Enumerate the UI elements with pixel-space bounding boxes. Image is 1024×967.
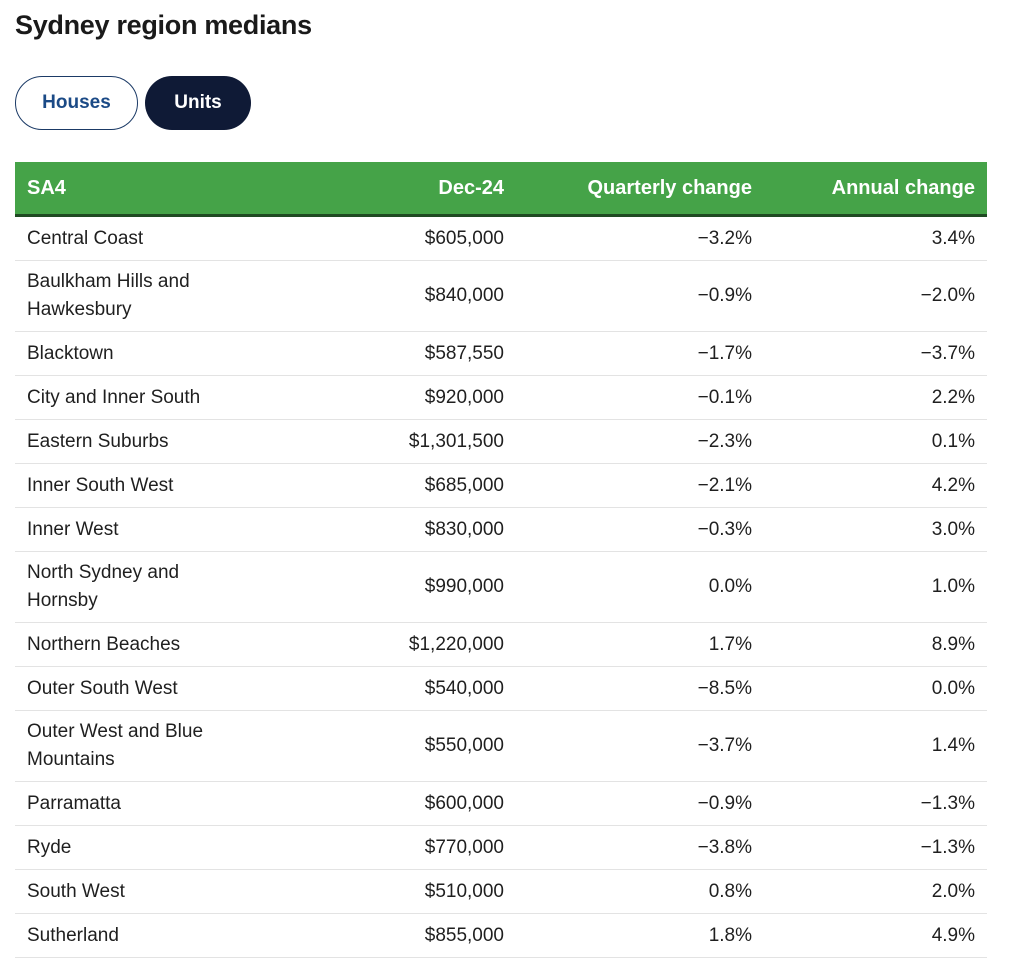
median-price: $685,000 bbox=[230, 463, 516, 508]
quarterly-change: 1.7% bbox=[516, 622, 764, 667]
annual-change: 3.0% bbox=[764, 507, 987, 552]
annual-change: 2.0% bbox=[764, 869, 987, 914]
annual-change: 0.0% bbox=[764, 666, 987, 711]
table-row: Inner West $830,000 −0.3% 3.0% bbox=[15, 507, 987, 552]
table-row: Blacktown $587,550 −1.7% −3.7% bbox=[15, 331, 987, 376]
annual-change: −1.3% bbox=[764, 825, 987, 870]
quarterly-change: −0.1% bbox=[516, 375, 764, 420]
quarterly-change: −0.9% bbox=[516, 781, 764, 826]
region-name: City and Inner South bbox=[15, 375, 230, 420]
median-price: $830,000 bbox=[230, 507, 516, 552]
annual-change: −2.0% bbox=[764, 260, 987, 332]
region-name: Outer West and Blue Mountains bbox=[15, 710, 230, 782]
region-name: Blacktown bbox=[15, 331, 230, 376]
annual-change: 8.9% bbox=[764, 622, 987, 667]
region-name: Northern Beaches bbox=[15, 622, 230, 667]
quarterly-change: −0.9% bbox=[516, 260, 764, 332]
annual-change: 0.1% bbox=[764, 419, 987, 464]
annual-change: 1.4% bbox=[764, 710, 987, 782]
region-name: Inner South West bbox=[15, 463, 230, 508]
region-name: Baulkham Hills and Hawkesbury bbox=[15, 260, 230, 332]
column-header-sa4: SA4 bbox=[15, 162, 230, 217]
column-header-annual-change: Annual change bbox=[764, 162, 987, 217]
median-price: $550,000 bbox=[230, 710, 516, 782]
page-title: Sydney region medians bbox=[15, 10, 312, 40]
region-name: Inner West bbox=[15, 507, 230, 552]
region-name: Eastern Suburbs bbox=[15, 419, 230, 464]
annual-change: 3.4% bbox=[764, 215, 987, 261]
median-price: $600,000 bbox=[230, 781, 516, 826]
region-name: Ryde bbox=[15, 825, 230, 870]
annual-change: 4.2% bbox=[764, 463, 987, 508]
region-name: Central Coast bbox=[15, 215, 230, 261]
annual-change: 1.0% bbox=[764, 551, 987, 623]
region-name: Outer South West bbox=[15, 666, 230, 711]
quarterly-change: −3.8% bbox=[516, 825, 764, 870]
table-header-row: SA4 Dec-24 Quarterly change Annual chang… bbox=[15, 162, 987, 217]
table-row: North Sydney and Hornsby $990,000 0.0% 1.0% bbox=[15, 551, 987, 623]
median-price: $855,000 bbox=[230, 913, 516, 958]
annual-change: −3.7% bbox=[764, 331, 987, 376]
annual-change: −1.3% bbox=[764, 781, 987, 826]
table-row: City and Inner South $920,000 −0.1% 2.2% bbox=[15, 375, 987, 420]
table-row: Outer South West $540,000 −8.5% 0.0% bbox=[15, 666, 987, 711]
median-price: $1,301,500 bbox=[230, 419, 516, 464]
quarterly-change: −1.7% bbox=[516, 331, 764, 376]
quarterly-change: −3.2% bbox=[516, 215, 764, 261]
units-toggle-button[interactable]: Units bbox=[145, 76, 251, 130]
annual-change: 2.2% bbox=[764, 375, 987, 420]
median-price: $540,000 bbox=[230, 666, 516, 711]
medians-table: SA4 Dec-24 Quarterly change Annual chang… bbox=[15, 162, 987, 958]
median-price: $920,000 bbox=[230, 375, 516, 420]
quarterly-change: 0.0% bbox=[516, 551, 764, 623]
median-price: $840,000 bbox=[230, 260, 516, 332]
annual-change: 4.9% bbox=[764, 913, 987, 958]
median-price: $1,220,000 bbox=[230, 622, 516, 667]
median-price: $770,000 bbox=[230, 825, 516, 870]
region-name: Sutherland bbox=[15, 913, 230, 958]
median-price: $587,550 bbox=[230, 331, 516, 376]
houses-toggle-button[interactable]: Houses bbox=[15, 76, 138, 130]
table-row: Sutherland $855,000 1.8% 4.9% bbox=[15, 913, 987, 958]
quarterly-change: 0.8% bbox=[516, 869, 764, 914]
table-row: Eastern Suburbs $1,301,500 −2.3% 0.1% bbox=[15, 419, 987, 464]
median-price: $510,000 bbox=[230, 869, 516, 914]
median-price: $990,000 bbox=[230, 551, 516, 623]
region-name: Parramatta bbox=[15, 781, 230, 826]
table-row: Parramatta $600,000 −0.9% −1.3% bbox=[15, 781, 987, 826]
table-row: Baulkham Hills and Hawkesbury $840,000 −0.… bbox=[15, 260, 987, 332]
column-header-quarterly-change: Quarterly change bbox=[516, 162, 764, 217]
table-row: Ryde $770,000 −3.8% −1.3% bbox=[15, 825, 987, 870]
column-header-dec-24: Dec-24 bbox=[230, 162, 516, 217]
table-row: Outer West and Blue Mountains $550,000 −3.… bbox=[15, 710, 987, 782]
table-row: Northern Beaches $1,220,000 1.7% 8.9% bbox=[15, 622, 987, 667]
quarterly-change: −2.3% bbox=[516, 419, 764, 464]
quarterly-change: 1.8% bbox=[516, 913, 764, 958]
table-row: Inner South West $685,000 −2.1% 4.2% bbox=[15, 463, 987, 508]
quarterly-change: −8.5% bbox=[516, 666, 764, 711]
region-name: South West bbox=[15, 869, 230, 914]
quarterly-change: −3.7% bbox=[516, 710, 764, 782]
table-row: South West $510,000 0.8% 2.0% bbox=[15, 869, 987, 914]
quarterly-change: −0.3% bbox=[516, 507, 764, 552]
quarterly-change: −2.1% bbox=[516, 463, 764, 508]
table-row: Central Coast $605,000 −3.2% 3.4% bbox=[15, 215, 987, 261]
region-name: North Sydney and Hornsby bbox=[15, 551, 230, 623]
median-price: $605,000 bbox=[230, 215, 516, 261]
